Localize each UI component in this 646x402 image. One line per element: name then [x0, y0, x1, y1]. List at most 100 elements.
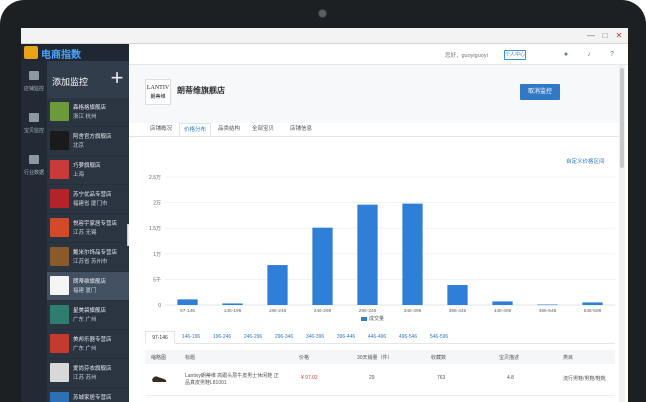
- shop-logo-line1: LANTIV: [146, 85, 170, 91]
- shop-thumbnail: [50, 276, 69, 295]
- tab-2[interactable]: 品类结构: [213, 123, 245, 136]
- shop-name: 悦容宇家居专营店: [73, 221, 118, 227]
- bar[interactable]: [222, 303, 243, 305]
- bar[interactable]: [537, 304, 558, 306]
- person-icon[interactable]: ●: [562, 51, 570, 59]
- x-tick-label: 446-496: [494, 308, 512, 314]
- range-tab[interactable]: 396-446: [331, 331, 361, 344]
- tab-0[interactable]: 店铺概况: [145, 123, 177, 136]
- range-tab[interactable]: 346-396: [300, 331, 330, 344]
- bar[interactable]: [357, 204, 378, 305]
- shop-list-item[interactable]: 戴米尔饰品专营店 江苏省 苏州市: [47, 243, 129, 272]
- x-tick-label: 346-396: [404, 308, 422, 314]
- maximize-icon[interactable]: □: [601, 32, 609, 40]
- th-sales: 30天销量（件）: [357, 355, 393, 361]
- y-tick-label: 2万: [153, 201, 161, 207]
- range-tab[interactable]: 546-596: [424, 331, 454, 344]
- bar[interactable]: [492, 301, 513, 305]
- shop-location: 江苏 苏州: [73, 375, 97, 381]
- range-tab[interactable]: 496-546: [393, 331, 423, 344]
- shop-name: 爱尚芬衣旗舰店: [73, 366, 112, 372]
- shop-list-item[interactable]: 阿舍官方旗舰店 北京: [47, 127, 129, 156]
- y-tick-label: 1万: [153, 252, 161, 258]
- shop-list-item[interactable]: 爱尚芬衣旗舰店 江苏 苏州: [47, 359, 129, 388]
- shop-location: 江苏省 苏州市: [73, 259, 108, 265]
- legend-swatch: [361, 316, 367, 321]
- tab-1[interactable]: 价格分布: [179, 123, 211, 136]
- shop-logo: LANTIV 朗蒂维: [145, 79, 171, 105]
- tab-3[interactable]: 全部宝贝: [247, 123, 279, 136]
- store-icon: [29, 71, 39, 80]
- shoe-thumbnail-icon[interactable]: [151, 372, 167, 384]
- user-greeting: 您好，guoyiguoyi: [445, 53, 488, 59]
- shop-location: 广东 广州: [73, 346, 97, 352]
- range-tab[interactable]: 446-496: [362, 331, 392, 344]
- shop-list-item[interactable]: 巧萝旗舰店 上海: [47, 156, 129, 185]
- bar[interactable]: [582, 302, 603, 305]
- th-thumbnail: 缩略图: [151, 355, 167, 361]
- x-tick-label: 496-546: [539, 308, 557, 314]
- rail-item-item-monitor[interactable]: 宝贝监控: [21, 107, 47, 147]
- x-tick-label: 196-246: [269, 308, 287, 314]
- shop-list-item[interactable]: 星美袋旗舰店 广东 广州: [47, 301, 129, 330]
- shop-name: 美邦乐器专营店: [73, 337, 112, 343]
- legend-label: 成交量: [369, 316, 385, 322]
- shop-list-item[interactable]: 森格格旗舰店 浙江 杭州: [47, 98, 129, 127]
- add-monitor-button[interactable]: +: [105, 67, 129, 91]
- bar[interactable]: [447, 285, 468, 305]
- shop-list-item[interactable]: 朗蒂维旗舰店 福建 厦门: [47, 272, 129, 301]
- minimize-icon[interactable]: —: [587, 32, 595, 40]
- add-monitor-label: 添加监控: [52, 77, 89, 87]
- bar[interactable]: [312, 227, 333, 305]
- table-row[interactable]: Lantivy朗蒂维 高跟头层牛皮男士休闲鞋 正 品真皮男鞋L81001 ¥ 9…: [145, 364, 615, 396]
- scroll-thumb[interactable]: [620, 68, 624, 168]
- tab-bar: 店铺概况 价格分布 品类结构 全部宝贝 店铺信息: [145, 123, 615, 136]
- rail-item-industry-data[interactable]: 行业数据: [21, 149, 47, 189]
- cancel-monitor-button[interactable]: 取消监控: [520, 84, 560, 100]
- th-price: 价格: [299, 355, 310, 361]
- rail-item-store-monitor[interactable]: 店铺监控: [21, 65, 47, 105]
- x-tick-label: 97-146: [180, 308, 195, 314]
- shop-name: 戴米尔饰品专营店: [73, 250, 118, 256]
- shop-list-item[interactable]: 美邦乐器专营店 广东 广州: [47, 330, 129, 359]
- logo-text: 电商指数: [41, 50, 81, 61]
- range-tab[interactable]: 196-246: [207, 331, 237, 344]
- range-tab[interactable]: 296-346: [269, 331, 299, 344]
- shop-name: 森格格旗舰店: [73, 105, 107, 111]
- icon-rail: 店铺监控 宝贝监控 行业数据: [21, 61, 47, 402]
- tab-4[interactable]: 店铺信息: [285, 123, 317, 136]
- y-tick-label: 1.5万: [149, 226, 161, 232]
- screen: — □ ✕ 电商指数 店铺监控 宝贝监控 行业数据 添加监控 + 森格格旗舰店 …: [21, 28, 628, 402]
- shop-list-item[interactable]: 悦容宇家居专营店 江苏 无锡: [47, 214, 129, 243]
- row-rating: 4.8: [507, 375, 514, 381]
- bar[interactable]: [177, 299, 198, 305]
- x-tick-label: 296-346: [359, 308, 377, 314]
- shop-thumbnail: [50, 189, 69, 208]
- row-title-line2[interactable]: 品真皮男鞋L81001: [185, 379, 227, 386]
- table-header: 缩略图 标题 价格 30天销量（件） 收藏数 宝贝描述 类目: [145, 350, 615, 364]
- range-tab[interactable]: 97-146: [145, 331, 175, 344]
- speaker-icon[interactable]: ♪: [585, 51, 593, 59]
- shop-location: 浙江 杭州: [73, 114, 97, 120]
- bar[interactable]: [267, 265, 288, 305]
- shop-name: 阿舍官方旗舰店: [73, 134, 112, 140]
- th-title: 标题: [185, 355, 196, 361]
- app-logo[interactable]: 电商指数: [21, 44, 129, 61]
- help-icon[interactable]: ?: [608, 51, 616, 59]
- x-tick-label: 396-446: [449, 308, 467, 314]
- item-icon: [29, 113, 39, 122]
- bar[interactable]: [402, 203, 423, 305]
- user-center-button[interactable]: 个人中心: [504, 50, 526, 60]
- range-tab[interactable]: 246-296: [238, 331, 268, 344]
- shop-name: 巧萝旗舰店: [73, 163, 101, 169]
- chart-svg: 0 5千 1万 1.5万 2万 2.5万 97-146 146-196 196-246 246-2…: [149, 175, 615, 314]
- close-icon[interactable]: ✕: [615, 32, 623, 40]
- shop-list-item[interactable]: 苏城家居专营店广东 广州: [47, 388, 129, 402]
- price-distribution-chart: 自定义价格区间 0 5千 1万 1.5万 2万 2.5万 97-146 146-196 196-…: [129, 137, 619, 327]
- shop-list-item[interactable]: 苏宁优品专营店 福建省 厦门市: [47, 185, 129, 214]
- range-tab[interactable]: 146-196: [176, 331, 206, 344]
- shop-thumbnail: [50, 247, 69, 266]
- shop-location: 福建省 厦门市: [73, 201, 108, 207]
- chart-legend[interactable]: 成交量: [361, 315, 384, 322]
- row-title-line1[interactable]: Lantivy朗蒂维 高跟头层牛皮男士休闲鞋 正: [185, 372, 279, 379]
